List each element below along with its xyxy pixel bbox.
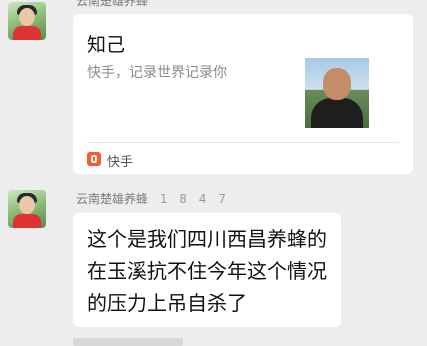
next-message-preview	[73, 338, 183, 346]
sender-avatar[interactable]	[8, 190, 46, 228]
card-thumbnail	[305, 58, 369, 128]
avatar-shirt	[13, 214, 41, 228]
card-description: 快手，记录世界记录你	[87, 65, 227, 81]
message-text: 这个是我们四川西昌养蜂的在玉溪抗不住今年这个情况的压力上吊自杀了	[87, 227, 327, 315]
avatar-face	[19, 196, 35, 214]
thumbnail-person-head	[323, 68, 351, 100]
sender-avatar[interactable]	[8, 2, 46, 40]
avatar-face	[19, 8, 35, 26]
card-divider	[87, 142, 399, 143]
sender-name: 云南楚雄养蜂 1 8 4 7	[76, 190, 230, 207]
shared-video-card[interactable]: 知己 快手，记录世界记录你 快手	[73, 14, 413, 174]
sender-name: 云南楚雄养蜂	[76, 0, 149, 8]
sender-name-suffix: 1 8 4 7	[159, 192, 230, 206]
kuaishou-logo-icon	[87, 152, 101, 166]
avatar-shirt	[13, 26, 41, 40]
sender-name-text: 云南楚雄养蜂	[76, 192, 149, 206]
thumbnail-person-body	[311, 98, 363, 128]
text-message-bubble[interactable]: 这个是我们四川西昌养蜂的在玉溪抗不住今年这个情况的压力上吊自杀了	[73, 213, 341, 327]
card-source-label: 快手	[107, 155, 134, 170]
card-title: 知己	[87, 34, 126, 56]
